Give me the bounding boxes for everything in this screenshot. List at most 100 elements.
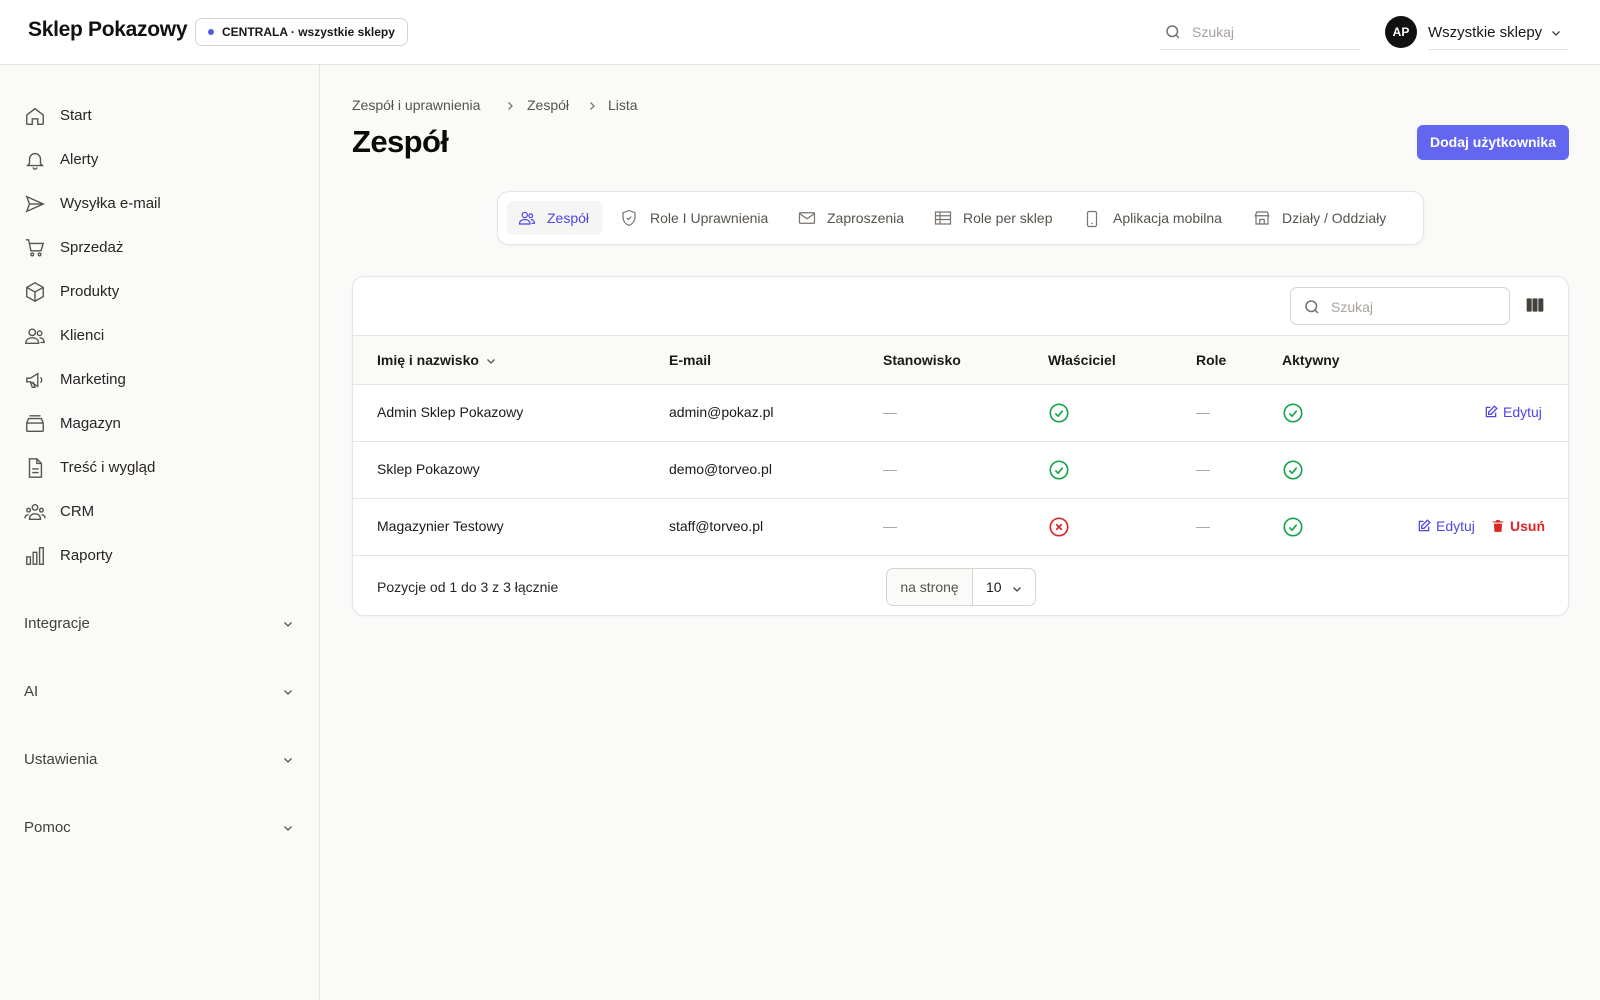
table-search-input[interactable]: Szukaj (1290, 287, 1510, 325)
per-page-label: na stronę (887, 569, 973, 605)
sidebar-item-start[interactable]: Start (24, 101, 294, 131)
check-circle-icon (1049, 403, 1069, 423)
delete-button[interactable]: Usuń (1491, 517, 1551, 537)
tab-bar: Zespół Role I Uprawnienia Zaproszenia Ro… (497, 191, 1424, 245)
top-bar: Sklep Pokazowy CENTRALA · wszystkie skle… (0, 0, 1600, 65)
check-circle-icon (1049, 460, 1069, 480)
chevron-down-icon (1013, 587, 1021, 592)
column-header-position: Stanowisko (883, 352, 961, 368)
sidebar-item-produkty[interactable]: Produkty (24, 277, 294, 307)
column-header-name[interactable]: Imię i nazwisko (377, 352, 497, 368)
sidebar-item-wysylka[interactable]: Wysyłka e-mail (24, 189, 294, 219)
global-search-placeholder: Szukaj (1192, 24, 1235, 40)
phone-icon (1086, 210, 1098, 228)
tab-role-uprawnienia[interactable]: Role I Uprawnienia (610, 201, 780, 235)
tab-label: Aplikacja mobilna (1113, 210, 1222, 226)
sidebar-item-label: Wysyłka e-mail (60, 195, 161, 212)
cell-name: Magazynier Testowy (377, 518, 504, 534)
chevron-down-icon (1552, 31, 1560, 36)
table-row: Magazynier Testowy staff@torveo.pl — — E… (353, 499, 1568, 556)
tab-label: Zaproszenia (827, 210, 905, 226)
sidebar-group-label: AI (24, 683, 39, 700)
edit-button[interactable]: Edytuj (1417, 517, 1481, 537)
tab-dzialy-oddzialy[interactable]: Działy / Oddziały (1242, 201, 1412, 235)
cell-roles: — (1196, 518, 1210, 534)
cell-email: admin@pokaz.pl (669, 404, 774, 420)
per-page-select[interactable]: na stronę 10 (886, 568, 1036, 606)
sidebar-item-label: Sprzedaż (60, 239, 124, 256)
tab-label: Działy / Oddziały (1282, 210, 1387, 226)
add-user-button[interactable]: Dodaj użytkownika (1417, 125, 1569, 160)
tab-zespol[interactable]: Zespół (507, 201, 603, 235)
per-page-value: 10 (986, 579, 1002, 595)
chevron-down-icon (284, 622, 292, 627)
tab-zaproszenia[interactable]: Zaproszenia (787, 201, 917, 235)
sidebar-item-raporty[interactable]: Raporty (24, 541, 294, 571)
store-badge-label: CENTRALA · wszystkie sklepy (222, 25, 395, 39)
x-circle-icon (1049, 517, 1069, 537)
tab-aplikacja-mobilna[interactable]: Aplikacja mobilna (1073, 201, 1238, 235)
avatar[interactable]: AP (1385, 16, 1417, 48)
table-search-placeholder: Szukaj (1331, 299, 1374, 315)
table-row: Sklep Pokazowy demo@torveo.pl — — (353, 442, 1568, 499)
sidebar-item-alerty[interactable]: Alerty (24, 145, 294, 175)
breadcrumb-item[interactable]: Zespół (527, 97, 569, 113)
bar-chart-icon (26, 547, 44, 565)
edit-button[interactable]: Edytuj (1484, 403, 1554, 423)
sidebar-item-klienci[interactable]: Klienci (24, 321, 294, 351)
team-table-card: Szukaj Imię i nazwisko E-mail Stanowisko… (352, 276, 1569, 616)
megaphone-icon (26, 372, 43, 389)
sidebar-item-label: Klienci (60, 327, 105, 344)
cell-position: — (883, 518, 897, 534)
tab-label: Zespół (547, 210, 590, 226)
edit-label: Edytuj (1436, 518, 1475, 534)
table-footer: Pozycje od 1 do 3 z 3 łącznie na stronę … (353, 557, 1568, 615)
store-select[interactable]: Wszystkie sklepy (1428, 16, 1568, 50)
sidebar-item-tresc[interactable]: Treść i wygląd (24, 453, 294, 483)
sidebar-item-label: Alerty (60, 151, 99, 168)
store-select-value: Wszystkie sklepy (1428, 24, 1543, 41)
sidebar-group-pomoc[interactable]: Pomoc (24, 814, 294, 842)
cell-name: Sklep Pokazowy (377, 461, 480, 477)
sidebar-group-ai[interactable]: AI (24, 678, 294, 706)
users-icon (25, 328, 45, 345)
archive-icon (26, 415, 44, 433)
store-icon (1254, 211, 1270, 225)
pagination-info: Pozycje od 1 do 3 z 3 łącznie (377, 579, 559, 595)
sidebar-group-label: Ustawienia (24, 751, 98, 768)
check-circle-icon (1283, 460, 1303, 480)
column-header-owner: Właściciel (1048, 352, 1116, 368)
column-header-active: Aktywny (1282, 352, 1340, 368)
tab-role-per-sklep[interactable]: Role per sklep (923, 201, 1068, 235)
store-badge[interactable]: CENTRALA · wszystkie sklepy (195, 18, 408, 46)
breadcrumb-current: Lista (608, 97, 638, 113)
sidebar-group-integracje[interactable]: Integracje (24, 610, 294, 638)
sidebar-item-label: Magazyn (60, 415, 121, 432)
sidebar-item-magazyn[interactable]: Magazyn (24, 409, 294, 439)
page-title: Zespół (352, 124, 449, 159)
columns-icon (1526, 298, 1544, 312)
sidebar-item-label: Marketing (60, 371, 126, 388)
trash-icon (1492, 520, 1504, 532)
sidebar-item-crm[interactable]: CRM (24, 497, 294, 527)
sidebar-item-sprzedaz[interactable]: Sprzedaż (24, 233, 294, 263)
tab-label: Role per sklep (963, 210, 1053, 226)
search-icon (1305, 300, 1319, 314)
breadcrumb-item[interactable]: Zespół i uprawnienia (352, 97, 480, 113)
check-circle-icon (1283, 403, 1303, 423)
sidebar-item-label: Raporty (60, 547, 113, 564)
search-icon (1166, 25, 1180, 39)
brand-name[interactable]: Sklep Pokazowy (28, 18, 188, 42)
edit-icon (1418, 519, 1431, 532)
chevron-down-icon (284, 758, 292, 763)
users-icon (518, 211, 536, 225)
global-search-input[interactable]: Szukaj (1160, 16, 1360, 50)
sidebar-group-ustawienia[interactable]: Ustawienia (24, 746, 294, 774)
columns-toggle-button[interactable] (1525, 295, 1547, 317)
cart-icon (25, 239, 45, 257)
chevron-right-icon (586, 100, 598, 112)
shield-icon (622, 209, 636, 227)
sidebar-item-marketing[interactable]: Marketing (24, 365, 294, 395)
table-row: Admin Sklep Pokazowy admin@pokaz.pl — — … (353, 385, 1568, 442)
sidebar-item-label: CRM (60, 503, 95, 520)
